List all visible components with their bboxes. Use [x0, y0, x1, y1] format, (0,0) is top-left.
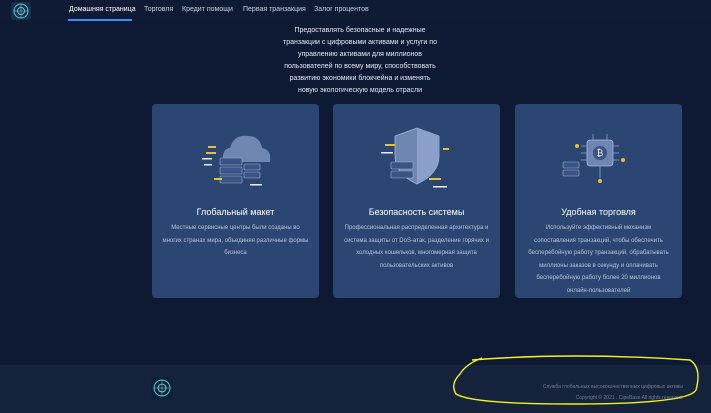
server-cloud-icon: [202, 135, 271, 186]
feature-description: Профессиональная распределенная архитект…: [344, 225, 489, 269]
footer-logo[interactable]: [151, 377, 173, 399]
logo[interactable]: [11, 2, 31, 20]
globe-logo-icon: [153, 379, 171, 397]
feature-title: Глобальный макет: [196, 207, 275, 217]
feature-title: Безопасность системы: [368, 207, 465, 217]
bitcoin-chip-icon: ₿: [562, 134, 625, 183]
svg-text:₿: ₿: [597, 148, 604, 159]
feature-card-global: Глобальный макет Местные сервисные центр…: [152, 104, 319, 298]
top-nav: Домашняя страница Торговля Кредит помощи…: [0, 0, 711, 22]
feature-description: Используйте эффективный механизм сопоста…: [528, 225, 669, 294]
active-tab-indicator: [68, 19, 132, 21]
feature-card-trading: ₿ Удобная торговля Используйте эффективн…: [515, 104, 682, 298]
nav-item-trading[interactable]: Торговля: [144, 6, 173, 13]
nav-item-credit[interactable]: Кредит помощи: [182, 6, 233, 13]
feature-description: Местные сервисные центры были созданы во…: [162, 225, 309, 256]
feature-card-security: Безопасность системы Профессиональная ра…: [333, 104, 500, 298]
shield-security-icon: [381, 127, 449, 188]
nav-item-first-transaction[interactable]: Первая транзакция: [243, 6, 306, 13]
globe-logo-icon: [13, 3, 29, 19]
nav-item-staking[interactable]: Залог процентов: [314, 6, 369, 13]
nav-item-home[interactable]: Домашняя страница: [69, 6, 136, 13]
intro-text: Предоставлять безопасные и надежные тран…: [283, 27, 437, 94]
highlight-annotation: [453, 355, 699, 405]
feature-title: Удобная торговля: [561, 207, 636, 217]
